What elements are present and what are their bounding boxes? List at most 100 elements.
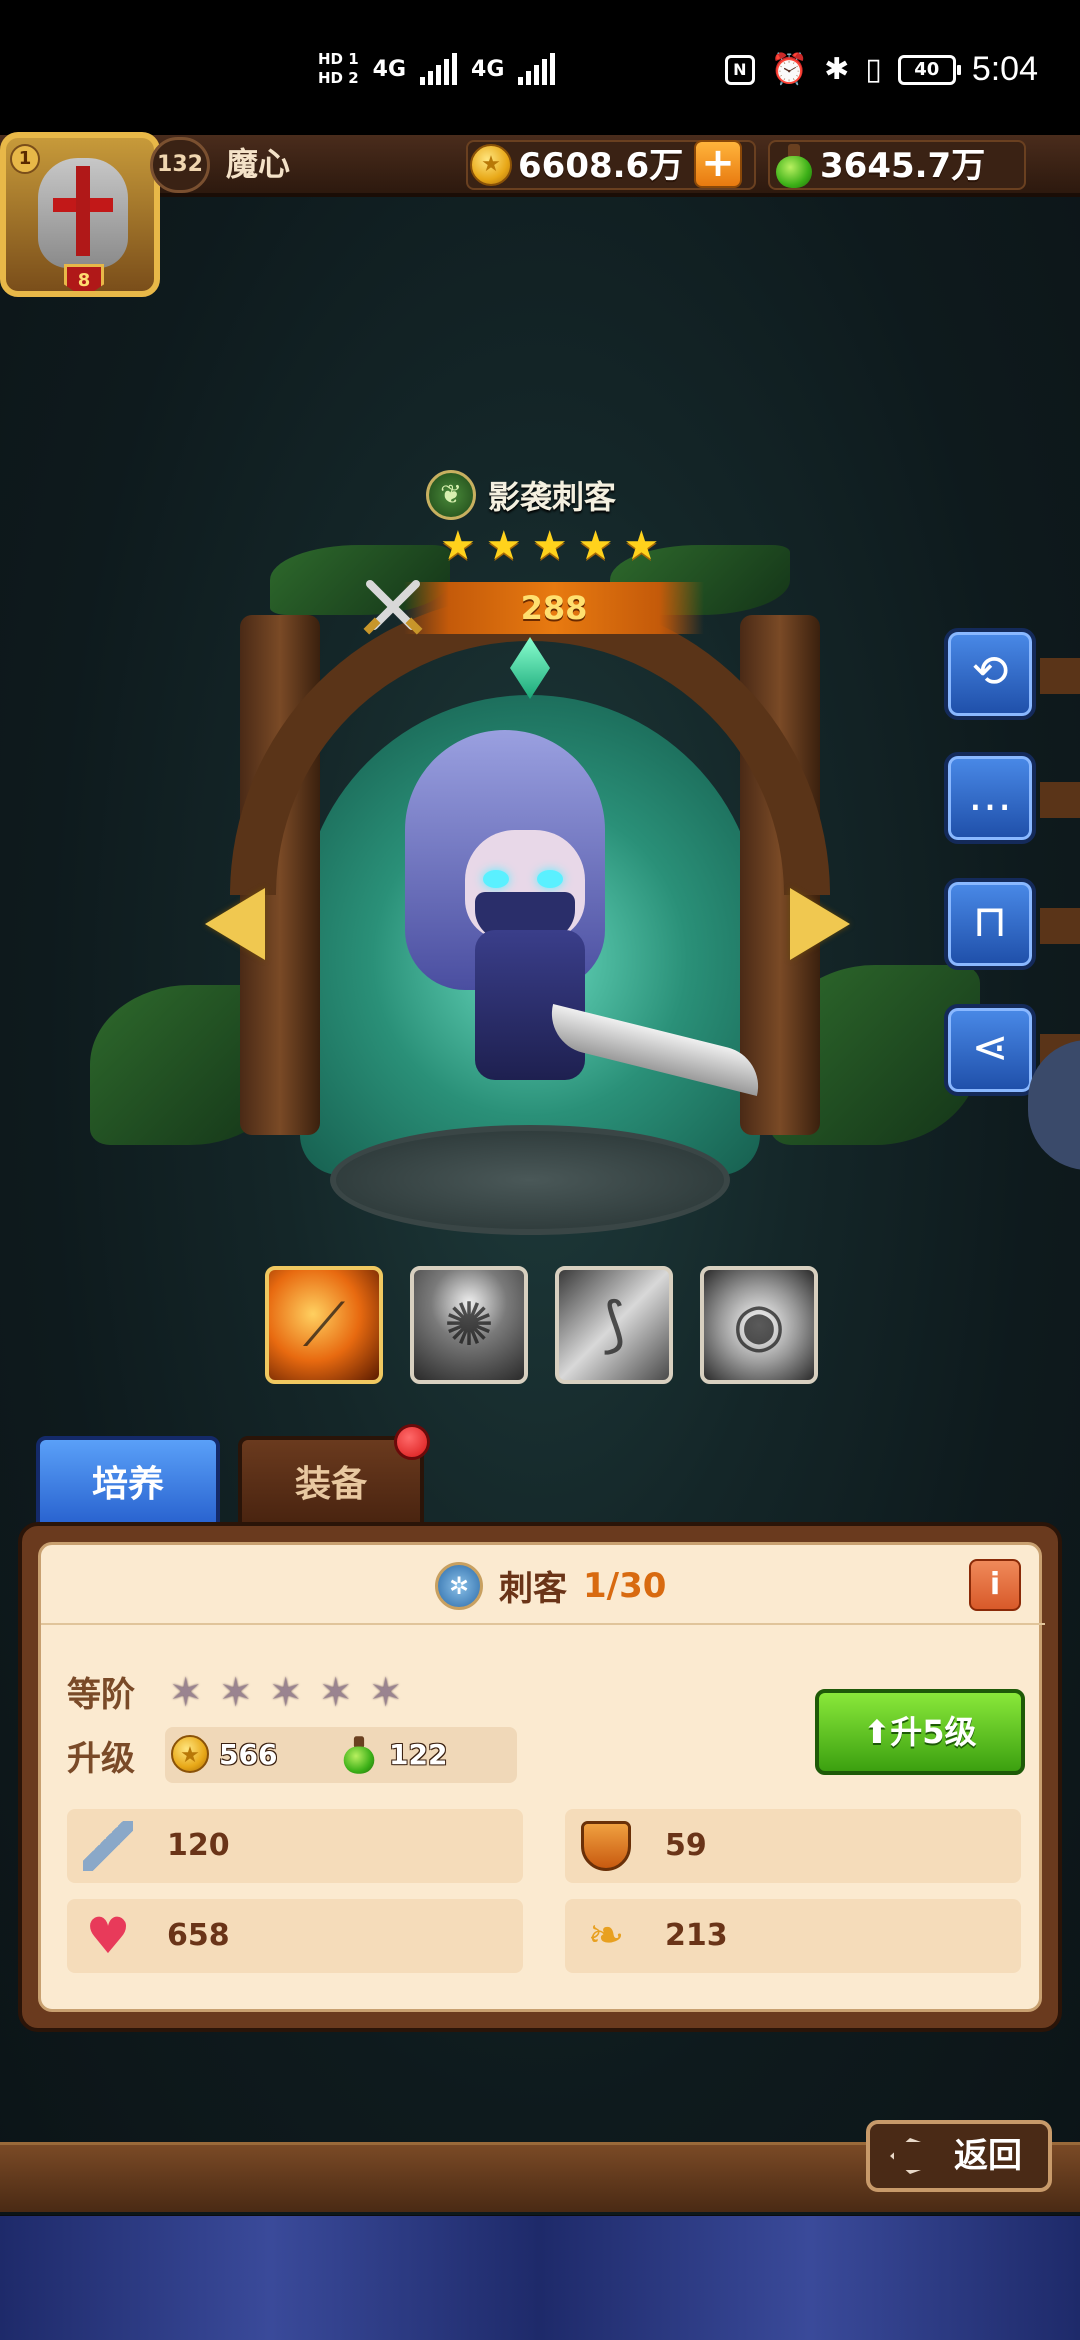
vibrate-icon: ▯	[865, 52, 882, 87]
prev-hero-arrow[interactable]	[205, 888, 275, 968]
network-label-1: 4G	[372, 56, 407, 82]
speed-value: 213	[665, 1918, 728, 1953]
wing-icon: ❧	[587, 1910, 625, 1961]
swap-button[interactable]: ⟲	[944, 628, 1080, 720]
hero-body	[475, 930, 585, 1080]
vip-badge: 1	[10, 144, 40, 174]
add-gold-button[interactable]: +	[694, 140, 742, 188]
tab-train[interactable]: 培养	[36, 1436, 220, 1526]
leaf-icon: ❦	[426, 470, 476, 520]
rank-star: ✶	[219, 1670, 253, 1716]
hd2-label: HD 2	[318, 69, 359, 87]
back-button[interactable]: 返回	[866, 2120, 1052, 2192]
upgrade-gold-cost: 566	[219, 1738, 278, 1771]
info-button[interactable]: i	[969, 1559, 1021, 1611]
rank-label: 等阶	[67, 1675, 135, 1715]
player-avatar[interactable]: 1 8	[0, 132, 160, 297]
hd-indicator: HD 1 HD 2	[318, 50, 359, 88]
upgrade-potion-cost: 122	[389, 1738, 448, 1771]
upgrade-cost: 566 122	[165, 1727, 517, 1783]
chat-bubble-icon: …	[968, 770, 1012, 821]
bluetooth-icon: ✱	[824, 52, 850, 87]
skill-list: ⟋ ✺ ⟆ ◉	[265, 1266, 818, 1384]
rank-star: ✶	[369, 1670, 403, 1716]
network-label-2: 4G	[471, 56, 505, 82]
blade-slash-skill-icon[interactable]: ⟋	[265, 1266, 383, 1384]
sword-icon	[83, 1821, 133, 1871]
attack-value: 120	[167, 1828, 230, 1863]
hero-stars: ★ ★ ★ ★ ★	[440, 526, 659, 566]
star-icon: ★	[485, 523, 522, 569]
crossed-swords-icon	[363, 580, 423, 635]
status-right: N ⏰ ✱ ▯ 40 5:04	[724, 50, 1038, 89]
hero-eye-left	[483, 870, 509, 888]
defense-stat: 59	[565, 1809, 1021, 1883]
power-value: 288	[520, 589, 588, 627]
class-level: 1/30	[583, 1565, 667, 1606]
hero-blade	[543, 1003, 767, 1097]
alarm-icon: ⏰	[770, 52, 809, 87]
gold-coin-icon	[470, 144, 512, 186]
hero-name: 影袭刺客	[488, 478, 617, 516]
train-panel: ✲ 刺客 1/30 i 等阶 ✶ ✶ ✶ ✶ ✶ 升级 566 122 ⬆升5级…	[18, 1522, 1062, 2032]
green-potion-icon	[776, 144, 812, 188]
up-arrow-icon: ⬆	[863, 1713, 891, 1751]
unlock-icon: ⊓	[972, 896, 1008, 947]
star-icon: ★	[623, 523, 660, 569]
gold-amount: 6608.6万	[518, 146, 684, 186]
hd1-label: HD 1	[318, 50, 359, 68]
upgrade-5-levels-button[interactable]: ⬆升5级	[815, 1689, 1025, 1775]
hero-title: ❦ 影袭刺客	[426, 468, 616, 522]
signal-icon-2	[518, 53, 556, 85]
assassin-class-icon: ✲	[435, 1561, 483, 1610]
star-icon: ★	[531, 523, 568, 569]
rank-star: ✶	[319, 1670, 353, 1716]
class-name: 刺客	[499, 1569, 567, 1609]
rank-star: ✶	[169, 1670, 203, 1716]
skill-glyph-2: ✺	[443, 1290, 495, 1360]
lock-button[interactable]: ⊓	[944, 878, 1080, 970]
rank-star: ✶	[269, 1670, 303, 1716]
skill-glyph-3: ⟆	[602, 1290, 626, 1360]
chat-button[interactable]: …	[944, 752, 1080, 844]
player-name: 魔心	[226, 145, 291, 183]
notification-dot	[394, 1424, 430, 1460]
status-bar: HD 1 HD 2 4G 4G N ⏰ ✱ ▯ 40 5:04	[0, 0, 1080, 135]
share-button[interactable]: ⋖	[944, 1004, 1080, 1096]
star-icon: ★	[577, 523, 614, 569]
share-icon: ⋖	[971, 1022, 1009, 1073]
next-hero-arrow[interactable]	[790, 888, 860, 968]
player-level: 132	[150, 137, 210, 193]
battery-icon: 40	[897, 54, 961, 85]
rank-badge: 8	[64, 264, 104, 291]
star-icon: ★	[440, 523, 476, 569]
clock: 5:04	[971, 50, 1038, 88]
back-label: 返回	[954, 2136, 1022, 2176]
hp-stat: ♥ 658	[67, 1899, 523, 1973]
potion-amount: 3645.7万	[820, 146, 986, 186]
class-title: ✲ 刺客 1/30	[435, 1561, 666, 1610]
potion-resource: 3645.7万	[768, 140, 1026, 190]
upgrade-button-label: 升5级	[890, 1713, 977, 1751]
avatar-portrait	[38, 158, 128, 268]
hero-figure[interactable]	[395, 730, 795, 1150]
heart-icon: ♥	[85, 1907, 131, 1965]
back-arrow-icon	[890, 2138, 930, 2174]
axe-blade-skill-icon[interactable]: ⟆	[555, 1266, 673, 1384]
hero-eye-right	[537, 870, 563, 888]
train-panel-content: ✲ 刺客 1/30 i 等阶 ✶ ✶ ✶ ✶ ✶ 升级 566 122 ⬆升5级…	[38, 1542, 1045, 2012]
bottom-pattern	[0, 2216, 1080, 2340]
attack-stat: 120	[67, 1809, 523, 1883]
refresh-icon: ⟲	[971, 646, 1009, 697]
defense-value: 59	[665, 1828, 707, 1863]
shield-icon	[581, 1821, 631, 1871]
hp-value: 658	[167, 1918, 230, 1953]
power-bar: 288	[404, 582, 704, 634]
nfc-icon: N	[724, 54, 755, 85]
gold-coin-icon	[171, 1735, 209, 1775]
skill-glyph-4: ◉	[732, 1290, 786, 1360]
rank-stars: ✶ ✶ ✶ ✶ ✶	[169, 1673, 409, 1713]
eye-vision-skill-icon[interactable]: ◉	[700, 1266, 818, 1384]
status-left: HD 1 HD 2 4G 4G	[318, 50, 556, 88]
spirit-strike-skill-icon[interactable]: ✺	[410, 1266, 528, 1384]
